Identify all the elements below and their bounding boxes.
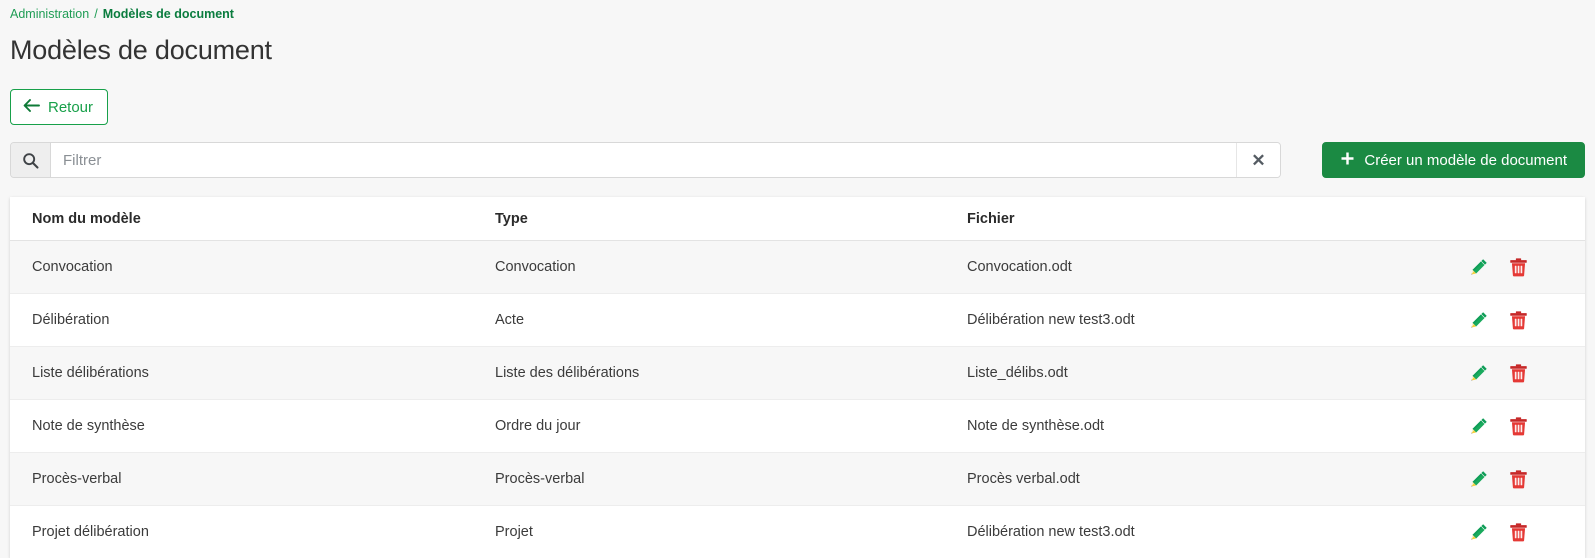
cell-row-actions [1467,241,1585,294]
cell-row-actions [1467,347,1585,400]
cell-template-type: Procès-verbal [495,453,967,506]
table-row: Projet délibérationProjetDélibération ne… [10,506,1585,558]
table-body: ConvocationConvocationConvocation.odtDél… [10,241,1585,558]
cell-template-file: Note de synthèse.odt [967,400,1467,453]
cell-template-type: Ordre du jour [495,400,967,453]
cell-template-type: Convocation [495,241,967,294]
trash-icon [1508,257,1529,278]
cell-template-name: Projet délibération [10,506,495,558]
back-button-label: Retour [48,99,93,116]
row-actions [1467,468,1585,490]
table-header-row: Nom du modèle Type Fichier [10,197,1585,241]
breadcrumb: Administration / Modèles de document [10,6,234,22]
row-actions [1467,521,1585,543]
document-templates-table-card: Nom du modèle Type Fichier ConvocationCo… [10,197,1585,558]
page-title: Modèles de document [10,33,272,67]
cell-row-actions [1467,400,1585,453]
pencil-icon [1468,469,1489,490]
cell-template-file: Liste_délibs.odt [967,347,1467,400]
cell-template-name: Délibération [10,294,495,347]
create-button-label: Créer un modèle de document [1364,152,1567,169]
search-input-group: ✕ [10,142,1281,178]
trash-icon [1508,310,1529,331]
back-button[interactable]: Retour [10,89,108,125]
edit-row-button[interactable] [1467,415,1489,437]
edit-row-button[interactable] [1467,309,1489,331]
table-row: Liste délibérationsListe des délibératio… [10,347,1585,400]
arrow-left-icon [23,99,40,116]
row-actions [1467,362,1585,384]
cell-template-name: Note de synthèse [10,400,495,453]
delete-row-button[interactable] [1507,362,1529,384]
cell-template-type: Acte [495,294,967,347]
cell-template-name: Procès-verbal [10,453,495,506]
pencil-icon [1468,257,1489,278]
edit-row-button[interactable] [1467,256,1489,278]
delete-row-button[interactable] [1507,521,1529,543]
cell-template-file: Délibération new test3.odt [967,294,1467,347]
cell-template-name: Liste délibérations [10,347,495,400]
delete-row-button[interactable] [1507,309,1529,331]
row-actions [1467,415,1585,437]
edit-row-button[interactable] [1467,521,1489,543]
cell-row-actions [1467,294,1585,347]
row-actions [1467,309,1585,331]
column-header-name: Nom du modèle [10,197,495,241]
column-header-actions [1467,197,1585,241]
delete-row-button[interactable] [1507,415,1529,437]
breadcrumb-item-current: Modèles de document [103,7,234,21]
page-root: Administration / Modèles de document Modèl… [0,0,1595,553]
cell-template-name: Convocation [10,241,495,294]
clear-search-button[interactable]: ✕ [1236,143,1280,177]
row-actions [1467,256,1585,278]
pencil-icon [1468,522,1489,543]
breadcrumb-separator: / [94,7,97,21]
column-header-file: Fichier [967,197,1467,241]
table-row: Note de synthèseOrdre du jourNote de syn… [10,400,1585,453]
table-head: Nom du modèle Type Fichier [10,197,1585,241]
table-row: Procès-verbalProcès-verbalProcès verbal.… [10,453,1585,506]
trash-icon [1508,469,1529,490]
table-row: DélibérationActeDélibération new test3.o… [10,294,1585,347]
pencil-icon [1468,416,1489,437]
cell-template-file: Convocation.odt [967,241,1467,294]
edit-row-button[interactable] [1467,468,1489,490]
cell-template-file: Procès verbal.odt [967,453,1467,506]
delete-row-button[interactable] [1507,256,1529,278]
cell-template-type: Projet [495,506,967,558]
cell-row-actions [1467,453,1585,506]
trash-icon [1508,363,1529,384]
cell-template-file: Délibération new test3.odt [967,506,1467,558]
pencil-icon [1468,310,1489,331]
search-icon [11,143,51,177]
table-row: ConvocationConvocationConvocation.odt [10,241,1585,294]
trash-icon [1508,522,1529,543]
breadcrumb-item-administration[interactable]: Administration [10,7,89,21]
document-templates-table: Nom du modèle Type Fichier ConvocationCo… [10,197,1585,558]
delete-row-button[interactable] [1507,468,1529,490]
column-header-type: Type [495,197,967,241]
cell-template-type: Liste des délibérations [495,347,967,400]
filter-toolbar: ✕ Créer un modèle de document [10,142,1585,178]
trash-icon [1508,416,1529,437]
create-document-template-button[interactable]: Créer un modèle de document [1322,142,1585,178]
search-input[interactable] [51,143,1236,177]
edit-row-button[interactable] [1467,362,1489,384]
cell-row-actions [1467,506,1585,558]
plus-icon [1340,151,1355,169]
pencil-icon [1468,363,1489,384]
